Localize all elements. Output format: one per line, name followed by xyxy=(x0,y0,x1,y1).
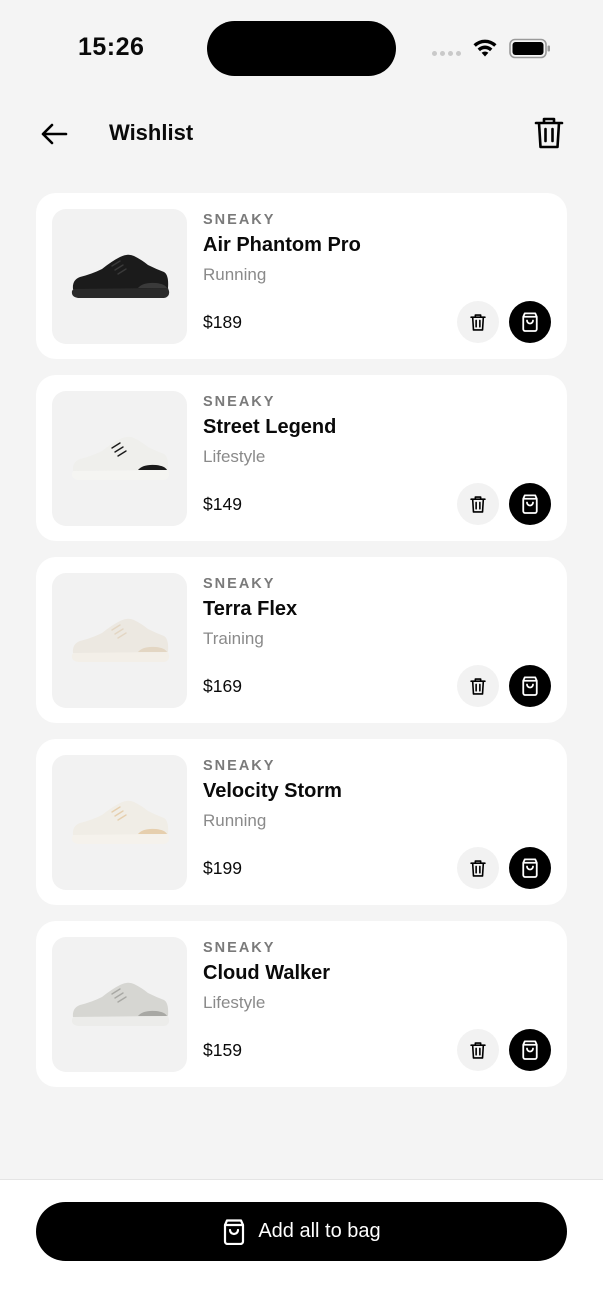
status-bar: 15:26 xyxy=(0,0,603,96)
dynamic-island xyxy=(207,21,396,76)
shopping-bag-icon xyxy=(522,858,538,878)
battery-icon xyxy=(509,38,550,59)
product-category: Training xyxy=(203,629,264,648)
add-all-to-bag-label: Add all to bag xyxy=(258,1220,381,1242)
add-to-bag-button[interactable] xyxy=(509,847,551,889)
product-image xyxy=(52,573,187,708)
shopping-bag-icon xyxy=(522,494,538,514)
product-price: $199 xyxy=(203,858,242,878)
product-brand: SNEAKY xyxy=(203,394,276,410)
shopping-bag-icon xyxy=(522,676,538,696)
remove-item-button[interactable] xyxy=(457,301,499,343)
sneaker-image xyxy=(71,436,169,480)
trash-icon xyxy=(470,859,486,877)
product-price: $159 xyxy=(203,1040,242,1060)
product-brand: SNEAKY xyxy=(203,576,276,592)
trash-icon xyxy=(470,1041,486,1059)
wishlist-item-card[interactable]: SNEAKY Street Legend Lifestyle $149 xyxy=(36,375,567,541)
shopping-bag-icon xyxy=(522,312,538,332)
product-category: Running xyxy=(203,811,267,830)
cellular-signal-icon xyxy=(432,51,461,56)
wishlist-item-card[interactable]: SNEAKY Cloud Walker Lifestyle $159 xyxy=(36,921,567,1087)
add-all-to-bag-button[interactable]: Add all to bag xyxy=(36,1202,567,1261)
wifi-icon xyxy=(473,39,497,57)
arrow-left-icon xyxy=(41,123,68,145)
remove-item-button[interactable] xyxy=(457,483,499,525)
wishlist-item-card[interactable]: SNEAKY Terra Flex Training $169 xyxy=(36,557,567,723)
product-brand: SNEAKY xyxy=(203,940,276,956)
sneaker-image xyxy=(71,800,169,844)
product-category: Running xyxy=(203,265,267,284)
trash-icon xyxy=(470,495,486,513)
product-name: Air Phantom Pro xyxy=(203,234,361,256)
sneaker-image xyxy=(71,618,169,662)
remove-item-button[interactable] xyxy=(457,1029,499,1071)
add-to-bag-button[interactable] xyxy=(509,665,551,707)
product-brand: SNEAKY xyxy=(203,758,276,774)
page-title: Wishlist xyxy=(109,120,194,145)
product-name: Cloud Walker xyxy=(203,962,331,984)
product-price: $149 xyxy=(203,494,242,514)
trash-icon xyxy=(470,677,486,695)
product-name: Street Legend xyxy=(203,416,337,438)
back-button[interactable] xyxy=(36,116,72,152)
product-name: Terra Flex xyxy=(203,598,298,620)
header: Wishlist xyxy=(0,104,603,162)
add-to-bag-button[interactable] xyxy=(509,1029,551,1071)
trash-icon xyxy=(470,313,486,331)
bottom-bar: Add all to bag xyxy=(0,1179,603,1311)
product-image xyxy=(52,209,187,344)
add-to-bag-button[interactable] xyxy=(509,483,551,525)
product-category: Lifestyle xyxy=(203,447,266,466)
shopping-bag-icon xyxy=(224,1218,245,1245)
trash-icon xyxy=(534,117,564,149)
product-image xyxy=(52,755,187,890)
product-brand: SNEAKY xyxy=(203,212,276,228)
remove-item-button[interactable] xyxy=(457,665,499,707)
wishlist-screen: 15:26 Wishlist SNEAKY Air Phantom Pro Ru… xyxy=(0,0,603,1311)
remove-item-button[interactable] xyxy=(457,847,499,889)
wishlist-item-card[interactable]: SNEAKY Velocity Storm Running $199 xyxy=(36,739,567,905)
product-category: Lifestyle xyxy=(203,993,266,1012)
product-name: Velocity Storm xyxy=(203,780,342,802)
product-image xyxy=(52,937,187,1072)
clear-wishlist-button[interactable] xyxy=(530,114,568,152)
product-price: $189 xyxy=(203,312,242,332)
product-price: $169 xyxy=(203,676,242,696)
status-time: 15:26 xyxy=(78,33,145,61)
product-image xyxy=(52,391,187,526)
sneaker-image xyxy=(71,254,169,298)
wishlist-item-card[interactable]: SNEAKY Air Phantom Pro Running $189 xyxy=(36,193,567,359)
add-to-bag-button[interactable] xyxy=(509,301,551,343)
shopping-bag-icon xyxy=(522,1040,538,1060)
wishlist-list: SNEAKY Air Phantom Pro Running $189 SNEA… xyxy=(36,193,567,1103)
sneaker-image xyxy=(71,982,169,1026)
